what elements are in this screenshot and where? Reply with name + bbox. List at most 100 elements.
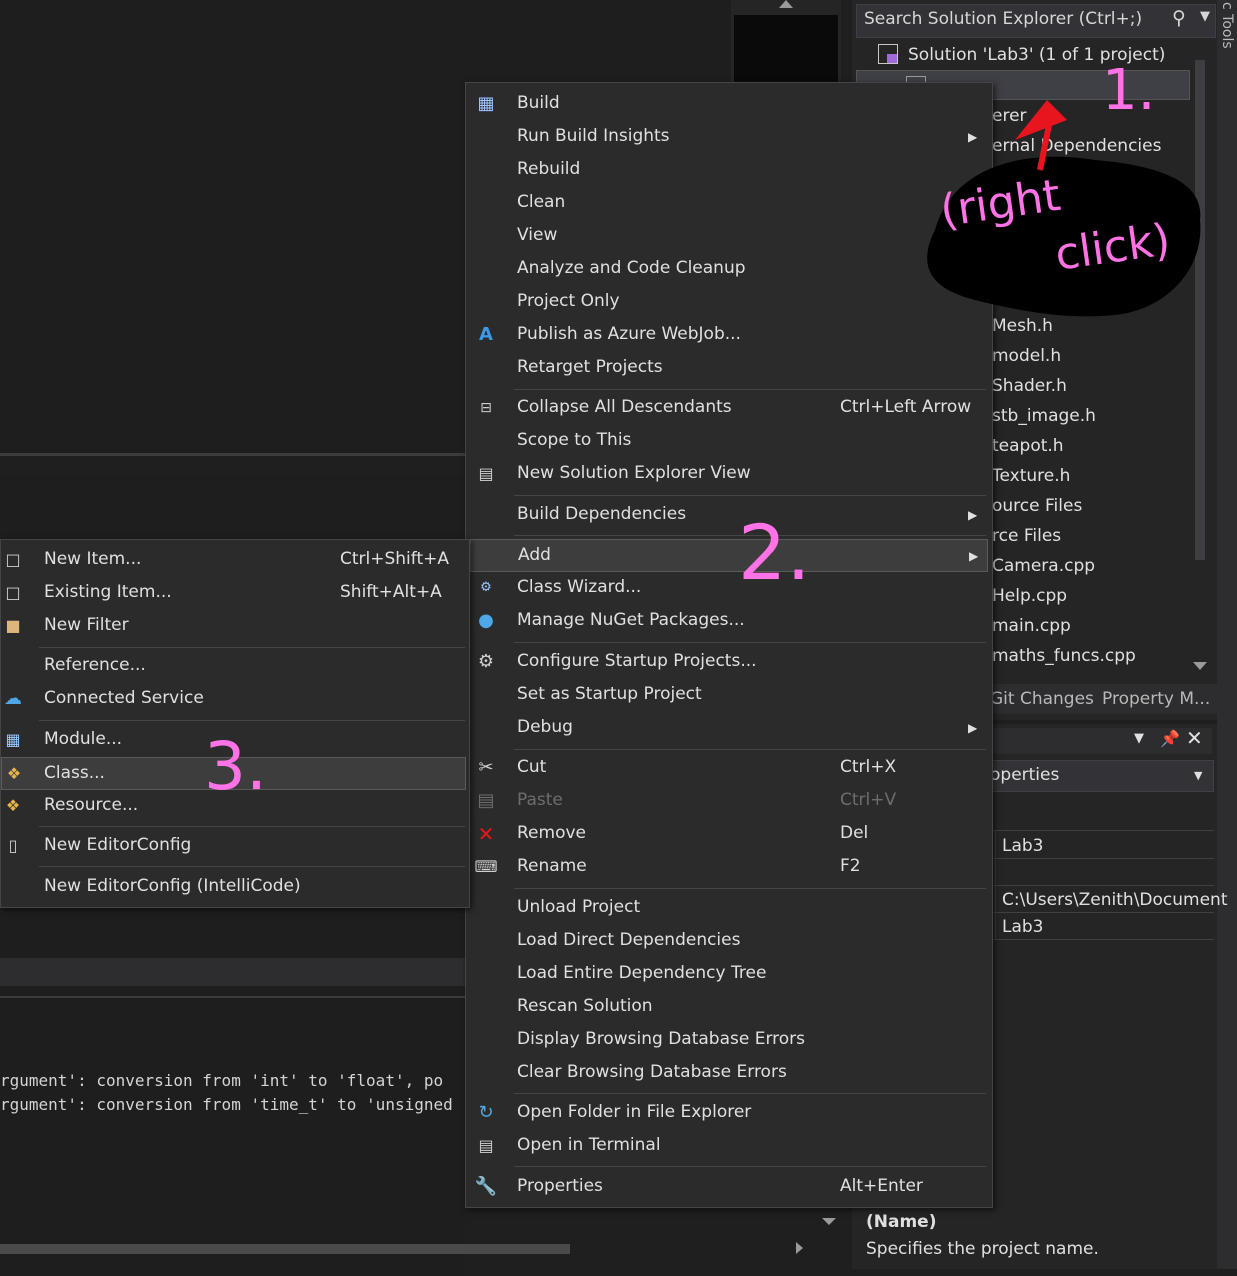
menu-item-display-db-errors[interactable]: Display Browsing Database Errors: [466, 1024, 990, 1057]
tree-item[interactable]: teapot.h: [992, 436, 1064, 456]
menu-item-new-item[interactable]: □ New Item... Ctrl+Shift+A: [1, 544, 467, 577]
grid-line: [990, 885, 1214, 886]
tree-item[interactable]: maths_funcs.cpp: [992, 646, 1136, 666]
pin-icon[interactable]: 📌: [1160, 729, 1180, 748]
menu-item-configure-startup[interactable]: ⚙ Configure Startup Projects...: [466, 646, 990, 679]
menu-item-scope-to-this[interactable]: Scope to This: [466, 425, 990, 458]
property-value-root[interactable]: Lab3: [1002, 917, 1044, 937]
scroll-right-icon[interactable]: [796, 1242, 803, 1254]
menu-item-debug[interactable]: Debug ▶: [466, 712, 990, 745]
menu-item-collapse-all[interactable]: ⊟ Collapse All Descendants Ctrl+Left Arr…: [466, 392, 990, 425]
side-tab-label[interactable]: c Tools: [1219, 2, 1235, 49]
menu-item-cut[interactable]: ✂ Cut Ctrl+X: [466, 752, 990, 785]
nuget-icon: ●: [478, 610, 494, 631]
menu-item-rebuild[interactable]: Rebuild: [466, 154, 990, 187]
tree-item[interactable]: main.cpp: [992, 616, 1071, 636]
tree-item[interactable]: stb_image.h: [992, 406, 1096, 426]
menu-item-existing-item[interactable]: □ Existing Item... Shift+Alt+A: [1, 577, 467, 610]
menu-item-unload-project[interactable]: Unload Project: [466, 892, 990, 925]
horizontal-scrollbar[interactable]: [0, 1244, 570, 1254]
menu-item-view[interactable]: View: [466, 220, 990, 253]
chevron-down-icon[interactable]: ▼: [1200, 9, 1210, 24]
menu-separator: [514, 642, 986, 643]
menu-separator: [514, 495, 986, 496]
output-line: rgument': conversion from 'int' to 'floa…: [0, 1071, 444, 1090]
menu-item-clear-db-errors[interactable]: Clear Browsing Database Errors: [466, 1057, 990, 1090]
menu-item-class-wizard[interactable]: ⚙ Class Wizard...: [466, 572, 990, 605]
menu-item-build[interactable]: ▦ Build: [466, 88, 990, 121]
menu-separator: [514, 1166, 986, 1167]
menu-item-open-terminal[interactable]: ▤ Open in Terminal: [466, 1130, 990, 1163]
menu-item-new-editorconfig-intellicode[interactable]: New EditorConfig (IntelliCode): [1, 871, 467, 904]
menu-item-properties[interactable]: 🔧 Properties Alt+Enter: [466, 1171, 990, 1204]
output-toolbar: [0, 958, 466, 986]
property-value-name[interactable]: Lab3: [1002, 836, 1044, 856]
refresh-arrow-icon: ↻: [478, 1102, 494, 1123]
submenu-arrow-icon: ▶: [968, 508, 978, 522]
new-item-icon: □: [5, 550, 21, 569]
menu-item-reference[interactable]: Reference...: [1, 650, 467, 683]
tab-git-changes[interactable]: Git Changes: [990, 689, 1094, 709]
menu-item-publish-azure[interactable]: A Publish as Azure WebJob...: [466, 319, 990, 352]
menu-separator: [39, 826, 465, 827]
menu-item-new-editorconfig[interactable]: ▯ New EditorConfig: [1, 830, 467, 863]
menu-separator: [514, 888, 986, 889]
menu-item-manage-nuget[interactable]: ● Manage NuGet Packages...: [466, 605, 990, 638]
grid-line: [990, 939, 1214, 940]
property-value-path[interactable]: C:\Users\Zenith\Document: [1002, 890, 1228, 910]
menu-item-run-build-insights[interactable]: Run Build Insights ▶: [466, 121, 990, 154]
menu-item-remove[interactable]: ✕ Remove Del: [466, 818, 990, 851]
menu-item-open-folder[interactable]: ↻ Open Folder in File Explorer: [466, 1097, 990, 1130]
menu-item-new-filter[interactable]: ■ New Filter: [1, 610, 467, 643]
menu-separator: [514, 389, 986, 390]
menu-item-rescan[interactable]: Rescan Solution: [466, 991, 990, 1024]
minimap[interactable]: [731, 0, 841, 82]
scroll-up-icon[interactable]: [779, 0, 793, 8]
folder-icon: ■: [5, 616, 21, 635]
menu-item-build-dependencies[interactable]: Build Dependencies ▶: [466, 499, 990, 532]
chevron-down-icon[interactable]: ▼: [1194, 769, 1202, 782]
scroll-down-icon[interactable]: [822, 1218, 836, 1225]
panel-divider: [0, 453, 466, 456]
menu-item-connected-service[interactable]: ☁ Connected Service: [1, 683, 467, 716]
context-menu: ▦ Build Run Build Insights ▶ Rebuild Cle…: [465, 82, 993, 1208]
menu-item-paste[interactable]: ▤ Paste Ctrl+V: [466, 785, 990, 818]
submenu-arrow-icon: ▶: [969, 549, 979, 563]
grid-line: [990, 858, 1214, 859]
panel-divider: [0, 996, 466, 998]
property-description-text: Specifies the project name.: [866, 1239, 1099, 1259]
menu-item-load-direct[interactable]: Load Direct Dependencies: [466, 925, 990, 958]
menu-separator: [514, 1093, 986, 1094]
tree-item[interactable]: model.h: [992, 346, 1061, 366]
menu-item-retarget[interactable]: Retarget Projects: [466, 352, 990, 385]
menu-item-load-entire[interactable]: Load Entire Dependency Tree: [466, 958, 990, 991]
tree-item[interactable]: ource Files: [992, 496, 1082, 516]
menu-item-set-startup[interactable]: Set as Startup Project: [466, 679, 990, 712]
menu-item-analyze[interactable]: Analyze and Code Cleanup: [466, 253, 990, 286]
minimap-thumb[interactable]: [734, 15, 838, 82]
tree-item[interactable]: Shader.h: [992, 376, 1067, 396]
tab-property-manager[interactable]: Property M...: [1102, 689, 1210, 709]
connected-service-icon: ☁: [4, 688, 22, 709]
properties-object-value: operties: [990, 765, 1060, 785]
tree-item[interactable]: Help.cpp: [992, 586, 1067, 606]
tree-item[interactable]: Texture.h: [992, 466, 1070, 486]
menu-item-project-only[interactable]: Project Only: [466, 286, 990, 319]
property-description-title: (Name): [866, 1212, 937, 1232]
chevron-down-icon[interactable]: ▼: [1134, 731, 1144, 746]
tree-item[interactable]: Camera.cpp: [992, 556, 1095, 576]
menu-item-rename[interactable]: ⌨ Rename F2: [466, 851, 990, 884]
search-placeholder: Search Solution Explorer (Ctrl+;): [864, 9, 1143, 29]
search-icon[interactable]: ⚲: [1172, 7, 1186, 29]
grid-line: [995, 830, 996, 940]
scroll-down-icon[interactable]: [1193, 662, 1207, 670]
terminal-icon: ▤: [478, 1136, 494, 1155]
azure-icon: A: [479, 324, 493, 345]
menu-item-clean[interactable]: Clean: [466, 187, 990, 220]
menu-item-new-se-view[interactable]: ▤ New Solution Explorer View: [466, 458, 990, 491]
build-icon: ▦: [477, 93, 495, 114]
close-icon[interactable]: ✕: [1186, 726, 1203, 750]
tree-item[interactable]: rce Files: [992, 526, 1061, 546]
menu-item-add[interactable]: Add ▶: [470, 539, 988, 572]
side-tool-strip: [1217, 0, 1237, 1269]
